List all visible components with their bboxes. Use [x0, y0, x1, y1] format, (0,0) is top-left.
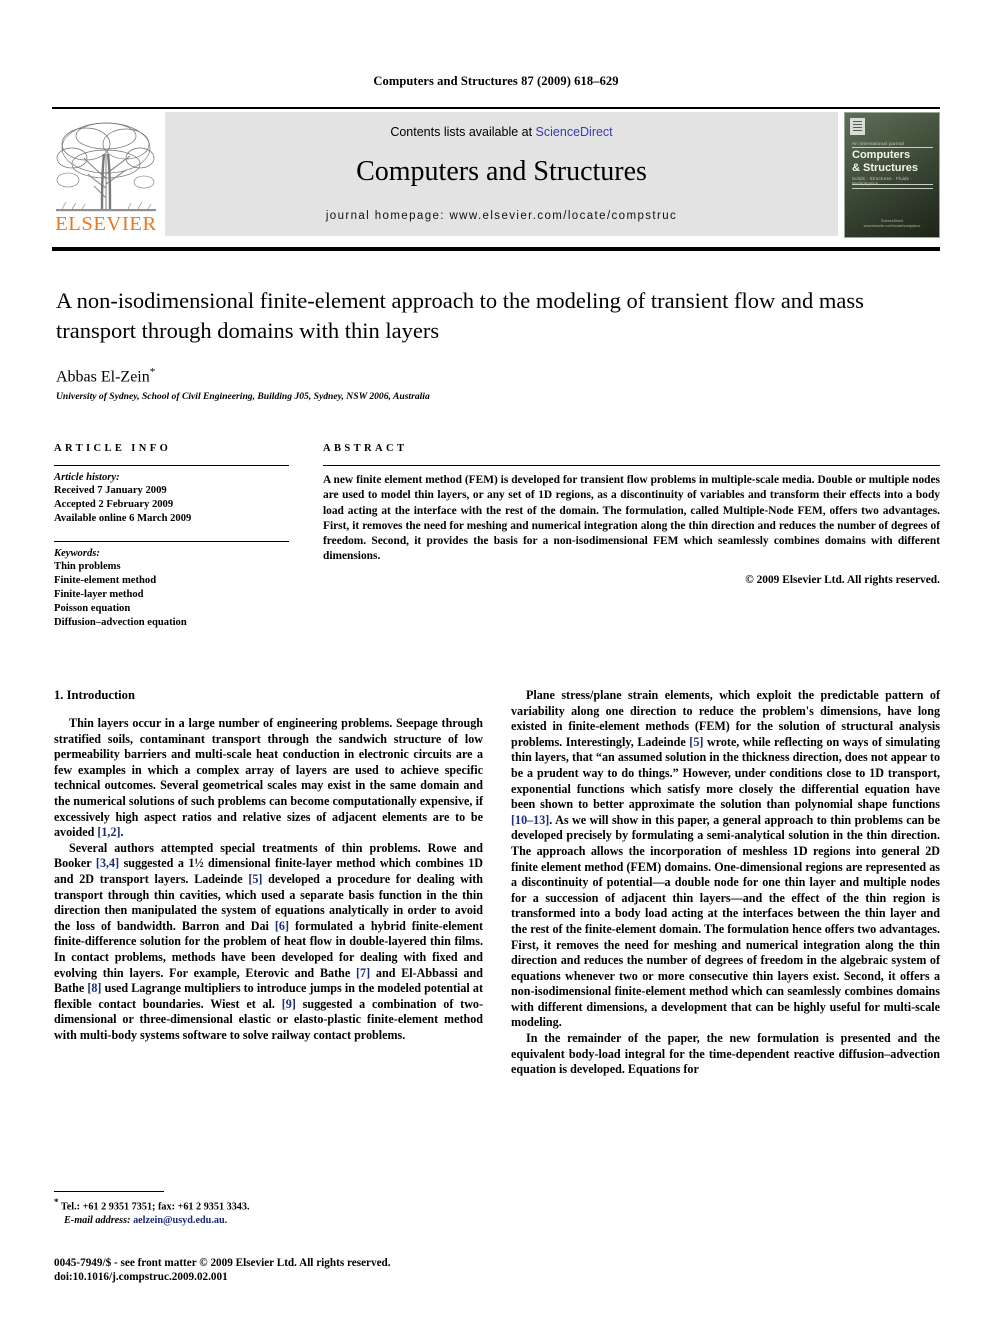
- sciencedirect-link[interactable]: ScienceDirect: [536, 125, 613, 139]
- journal-banner: Contents lists available at ScienceDirec…: [165, 112, 838, 236]
- email-link[interactable]: aelzein@usyd.edu.au.: [133, 1215, 227, 1226]
- issn-line: 0045-7949/$ - see front matter © 2009 El…: [54, 1256, 391, 1269]
- keywords-label: Keywords:: [54, 547, 100, 559]
- body-column-left: 1. Introduction Thin layers occur in a l…: [54, 688, 483, 1178]
- citation-ref[interactable]: [1,2]: [97, 825, 120, 839]
- footnote-block: * Tel.: +61 2 9351 7351; fax: +61 2 9351…: [54, 1190, 483, 1227]
- abstract-copyright: © 2009 Elsevier Ltd. All rights reserved…: [745, 573, 940, 586]
- cover-footer-line1: ScienceDirect: [880, 219, 904, 223]
- body-column-right: Plane stress/plane strain elements, whic…: [511, 688, 940, 1178]
- journal-homepage[interactable]: journal homepage: www.elsevier.com/locat…: [165, 210, 838, 222]
- contents-lists-line: Contents lists available at ScienceDirec…: [165, 125, 838, 139]
- masthead-bottom-rule: [52, 247, 940, 251]
- citation-ref[interactable]: [5]: [689, 735, 703, 749]
- cover-divider-mid2: [852, 188, 933, 189]
- paragraph: In the remainder of the paper, the new f…: [511, 1031, 940, 1077]
- cover-name-line2: & Structures: [852, 161, 919, 174]
- cover-kicker: An international journal: [852, 141, 905, 146]
- doi-line[interactable]: doi:10.1016/j.compstruc.2009.02.001: [54, 1270, 554, 1285]
- author-label: Abbas El-Zein: [56, 368, 150, 386]
- cover-divider-mid: [852, 184, 933, 185]
- footnote-contact: * Tel.: +61 2 9351 7351; fax: +61 2 9351…: [54, 1196, 483, 1214]
- footnote-rule: [54, 1190, 164, 1192]
- cover-journal-name: Computers & Structures: [852, 149, 933, 174]
- keyword-item: Poisson equation: [54, 603, 131, 615]
- keyword-item: Diffusion–advection equation: [54, 617, 187, 629]
- cover-footer: ScienceDirect www.elsevier.com/locate/co…: [845, 219, 939, 228]
- cover-divider-top: [852, 147, 933, 148]
- citation-ref[interactable]: [8]: [87, 981, 101, 995]
- history-item: Available online 6 March 2009: [54, 513, 192, 525]
- running-head: Computers and Structures 87 (2009) 618–6…: [373, 74, 619, 88]
- paper-page: Computers and Structures 87 (2009) 618–6…: [0, 0, 992, 1323]
- author-footnote-marker: *: [149, 366, 156, 378]
- email-label: E-mail address:: [64, 1214, 131, 1226]
- author-affiliation: University of Sydney, School of Civil En…: [56, 391, 430, 402]
- journal-title: Computers and Structures: [356, 156, 647, 187]
- keyword-item: Finite-element method: [54, 574, 157, 586]
- cover-publisher-badge-icon: [850, 118, 865, 135]
- article-info-column: ARTICLE INFO Article history: Received 7…: [54, 443, 289, 631]
- citation-ref[interactable]: [7]: [356, 966, 370, 980]
- citation-ref[interactable]: [10–13]: [511, 813, 549, 827]
- imprint-block: 0045-7949/$ - see front matter © 2009 El…: [54, 1256, 554, 1285]
- footnote-email: E-mail address: aelzein@usyd.edu.au.: [54, 1214, 483, 1227]
- page-title: A non-isodimensional finite-element appr…: [56, 288, 864, 343]
- cover-footer-line2: www.elsevier.com/locate/compstruc: [863, 223, 921, 228]
- footnote-contact-text: Tel.: +61 2 9351 7351; fax: +61 2 9351 3…: [60, 1201, 250, 1213]
- abstract-column: ABSTRACT A new finite element method (FE…: [323, 443, 940, 586]
- body-columns: 1. Introduction Thin layers occur in a l…: [54, 688, 940, 1178]
- article-info-heading: ARTICLE INFO: [54, 443, 172, 454]
- keywords-block: Keywords: Thin problems Finite-element m…: [54, 542, 289, 631]
- abstract-text: A new finite element method (FEM) is dev…: [323, 474, 940, 563]
- article-history-block: Article history: Received 7 January 2009…: [54, 466, 289, 527]
- paragraph: Thin layers occur in a large number of e…: [54, 716, 483, 840]
- section-heading-introduction: 1. Introduction: [54, 688, 135, 702]
- elsevier-logo: ELSEVIER: [52, 112, 160, 238]
- history-item: Accepted 2 February 2009: [54, 499, 174, 511]
- keyword-item: Finite-layer method: [54, 589, 144, 601]
- citation-ref[interactable]: [6]: [275, 919, 289, 933]
- citation-ref[interactable]: [5]: [248, 872, 262, 886]
- journal-cover-thumbnail[interactable]: An international journal Computers & Str…: [844, 112, 940, 238]
- citation-ref[interactable]: [9]: [282, 997, 296, 1011]
- journal-masthead: ELSEVIER Contents lists available at Sci…: [52, 107, 940, 240]
- paragraph: Plane stress/plane strain elements, whic…: [511, 688, 940, 1030]
- history-item: Received 7 January 2009: [54, 485, 167, 496]
- article-history-label: Article history:: [54, 472, 120, 483]
- abstract-heading: ABSTRACT: [323, 443, 408, 454]
- author-name: Abbas El-Zein*: [56, 366, 756, 386]
- footnote-marker: *: [54, 1196, 59, 1207]
- paragraph: Several authors attempted special treatm…: [54, 840, 483, 1042]
- contents-prefix: Contents lists available at: [390, 125, 536, 139]
- citation-ref[interactable]: [3,4]: [96, 856, 119, 870]
- elsevier-wordmark: ELSEVIER: [55, 213, 157, 235]
- cover-name-line1: Computers: [852, 149, 911, 161]
- keyword-item: Thin problems: [54, 560, 121, 572]
- elsevier-tree-logo-icon: [56, 122, 156, 212]
